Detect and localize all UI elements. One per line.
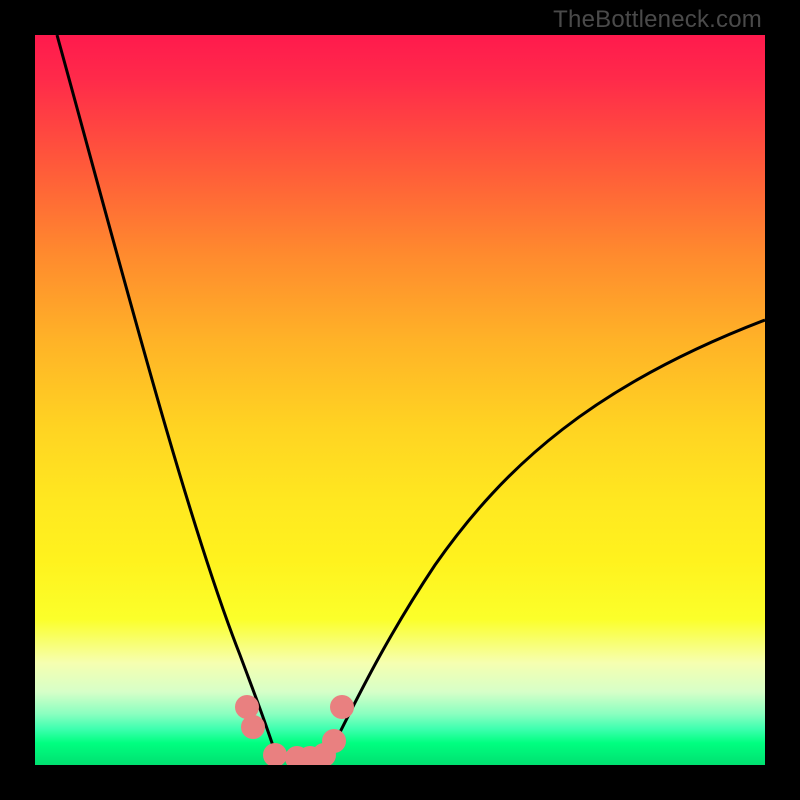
left-branch-line xyxy=(57,35,276,755)
bottom-marker-group xyxy=(235,695,354,765)
marker-dot xyxy=(263,743,287,765)
watermark-text: TheBottleneck.com xyxy=(553,6,762,34)
right-branch-line xyxy=(327,320,765,757)
chart-frame: TheBottleneck.com xyxy=(0,0,800,800)
marker-dot xyxy=(241,715,265,739)
marker-dot xyxy=(322,729,346,753)
marker-dot xyxy=(330,695,354,719)
plot-area xyxy=(35,35,765,765)
chart-svg xyxy=(35,35,765,765)
curve-lines xyxy=(57,35,765,757)
